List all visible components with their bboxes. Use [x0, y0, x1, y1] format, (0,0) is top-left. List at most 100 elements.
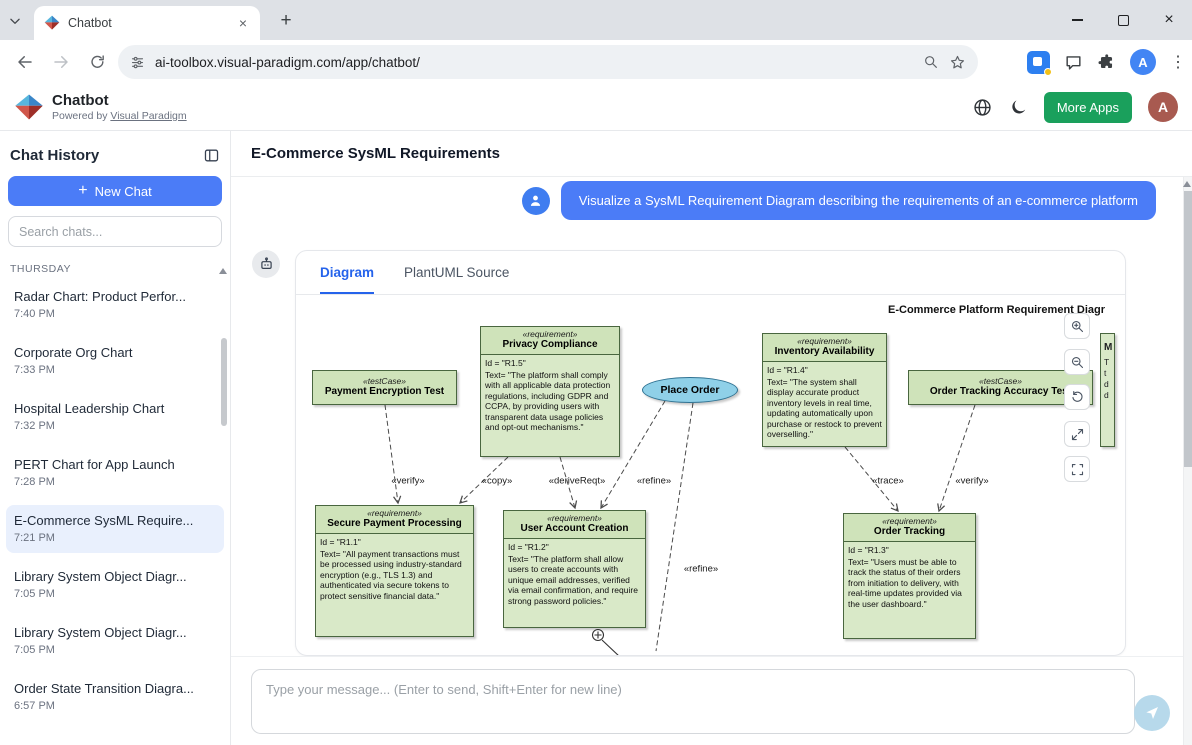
node-name: Privacy Compliance [483, 339, 617, 351]
requirement-node-inventory-availability: «requirement» Inventory Availability Id … [762, 333, 887, 447]
chat-history-item[interactable]: Order State Transition Diagra... 6:57 PM [6, 673, 224, 721]
node-stereotype: «requirement» [506, 513, 643, 523]
requirement-node-user-account-creation: «requirement» User Account Creation Id =… [503, 510, 646, 628]
tab-favicon [44, 15, 60, 31]
chat-item-title: Order State Transition Diagra... [14, 681, 216, 697]
browser-profile-avatar[interactable]: A [1130, 49, 1156, 75]
window-minimize-button[interactable] [1054, 0, 1100, 40]
node-text: Text= "The system shall display accurate… [767, 377, 882, 440]
search-chats-input[interactable] [8, 216, 222, 247]
user-message-row: Visualize a SysML Requirement Diagram de… [522, 181, 1156, 220]
sidebar-scrollbar-up-arrow[interactable] [219, 268, 227, 274]
back-button[interactable] [10, 47, 40, 77]
visual-paradigm-link[interactable]: Visual Paradigm [110, 110, 186, 122]
reset-view-button[interactable] [1064, 384, 1090, 410]
send-button[interactable] [1134, 695, 1170, 731]
node-stereotype: «requirement» [483, 329, 617, 339]
site-settings-tune-icon[interactable] [130, 55, 145, 70]
node-id: Id = "R1.4" [767, 365, 882, 376]
chat-main-area: E-Commerce SysML Requirements Visualize … [231, 131, 1192, 745]
language-globe-icon[interactable] [972, 97, 993, 118]
sidebar-scrollbar[interactable] [221, 338, 227, 426]
chat-item-title: E-Commerce SysML Require... [14, 513, 216, 529]
node-name: Order Tracking [846, 526, 973, 538]
zoom-out-button[interactable] [1064, 349, 1090, 375]
node-id: Id = "R1.3" [848, 545, 971, 556]
chat-extension-icon[interactable] [1064, 53, 1083, 72]
chat-item-time: 7:05 PM [14, 588, 216, 601]
tab-diagram[interactable]: Diagram [320, 265, 374, 294]
more-apps-button[interactable]: More Apps [1044, 92, 1132, 123]
bookmark-star-icon[interactable] [949, 54, 966, 71]
response-card: Diagram PlantUML Source E-Commerce Platf… [295, 250, 1126, 656]
chat-history-item[interactable]: PERT Chart for App Launch 7:28 PM [6, 449, 224, 497]
zoom-in-button[interactable] [1064, 313, 1090, 339]
chat-history-item[interactable]: Radar Chart: Product Perfor... 7:40 PM [6, 281, 224, 329]
node-text: Text= "All payment transactions must be … [320, 549, 469, 602]
node-name: Payment Encryption Test [315, 386, 454, 398]
chat-history-item[interactable]: Library System Object Diagr... 7:05 PM [6, 617, 224, 665]
paper-plane-icon [1144, 705, 1160, 721]
bot-avatar-robot-icon [252, 250, 280, 278]
browser-menu-kebab-icon[interactable]: ⋮ [1170, 52, 1184, 72]
testcase-node-payment-encryption-test: «testCase» Payment Encryption Test [312, 370, 457, 405]
node-name: Inventory Availability [765, 346, 884, 358]
chat-item-time: 7:05 PM [14, 644, 216, 657]
chat-history-item[interactable]: Hospital Leadership Chart 7:32 PM [6, 393, 224, 441]
plus-icon: + [78, 183, 87, 199]
node-stereotype: «requirement» [318, 508, 471, 518]
chat-history-sidebar: Chat History + New Chat THURSDAY Radar C… [0, 131, 231, 745]
chat-item-time: 7:40 PM [14, 308, 216, 321]
browser-tab[interactable]: Chatbot × [34, 6, 260, 40]
tab-title: Chatbot [68, 16, 226, 30]
forward-button[interactable] [46, 47, 76, 77]
node-stereotype: «requirement» [765, 336, 884, 346]
collapse-sidebar-icon[interactable] [203, 147, 220, 164]
message-composer [231, 656, 1192, 745]
powered-by-text: Powered by [52, 110, 107, 122]
vp-extension-icon[interactable] [1027, 51, 1050, 74]
address-bar[interactable]: ai-toolbox.visual-paradigm.com/app/chatb… [118, 45, 978, 79]
tab-search-chevron-icon[interactable] [8, 14, 26, 28]
zoom-indicator-icon[interactable] [923, 54, 939, 70]
new-chat-button[interactable]: + New Chat [8, 176, 222, 206]
requirement-node-secure-payment-processing: «requirement» Secure Payment Processing … [315, 505, 474, 637]
chat-item-time: 6:57 PM [14, 700, 216, 713]
new-tab-button[interactable]: + [274, 9, 298, 33]
expand-button[interactable] [1064, 421, 1090, 447]
edge-label-trace: «trace» [872, 476, 904, 487]
main-scrollbar[interactable] [1184, 191, 1192, 467]
chat-item-title: Hospital Leadership Chart [14, 401, 216, 417]
app-user-avatar[interactable]: A [1148, 92, 1178, 122]
window-close-button[interactable]: × [1146, 0, 1192, 40]
node-name: User Account Creation [506, 523, 643, 535]
extensions-puzzle-icon[interactable] [1097, 53, 1116, 72]
requirement-node-order-tracking: «requirement» Order Tracking Id = "R1.3"… [843, 513, 976, 639]
chat-history-item[interactable]: Library System Object Diagr... 7:05 PM [6, 561, 224, 609]
fit-screen-button[interactable] [1064, 456, 1090, 482]
user-avatar [522, 187, 550, 215]
powered-by-line: Powered by Visual Paradigm [52, 110, 187, 122]
chat-item-title: Radar Chart: Product Perfor... [14, 289, 216, 305]
chat-history-item[interactable]: Corporate Org Chart 7:33 PM [6, 337, 224, 385]
chat-history-item-selected[interactable]: E-Commerce SysML Require... 7:21 PM [6, 505, 224, 553]
node-fragment: T [1104, 357, 1114, 368]
window-maximize-button[interactable] [1100, 0, 1146, 40]
main-scrollbar-track[interactable] [1183, 177, 1192, 745]
node-fragment: M [1104, 342, 1114, 353]
app-header: Chatbot Powered by Visual Paradigm More … [0, 84, 1192, 131]
main-scrollbar-up-arrow[interactable] [1183, 181, 1191, 187]
dark-mode-moon-icon[interactable] [1009, 98, 1028, 117]
node-text: Text= "The platform shall allow users to… [508, 554, 641, 607]
edge-label-derivereqt: «deriveReqt» [549, 476, 606, 487]
sidebar-section-label: THURSDAY [10, 263, 220, 275]
requirement-node-cropped-right: M T t d d [1100, 333, 1115, 447]
tab-plantuml-source[interactable]: PlantUML Source [404, 265, 509, 294]
tab-close-icon[interactable]: × [234, 14, 252, 32]
sidebar-title: Chat History [10, 147, 99, 164]
reload-button[interactable] [82, 47, 112, 77]
visual-paradigm-logo [14, 93, 44, 121]
chat-item-title: PERT Chart for App Launch [14, 457, 216, 473]
diagram-viewport[interactable]: E-Commerce Platform Requirement Diagr [296, 295, 1125, 656]
message-input[interactable] [251, 669, 1135, 734]
